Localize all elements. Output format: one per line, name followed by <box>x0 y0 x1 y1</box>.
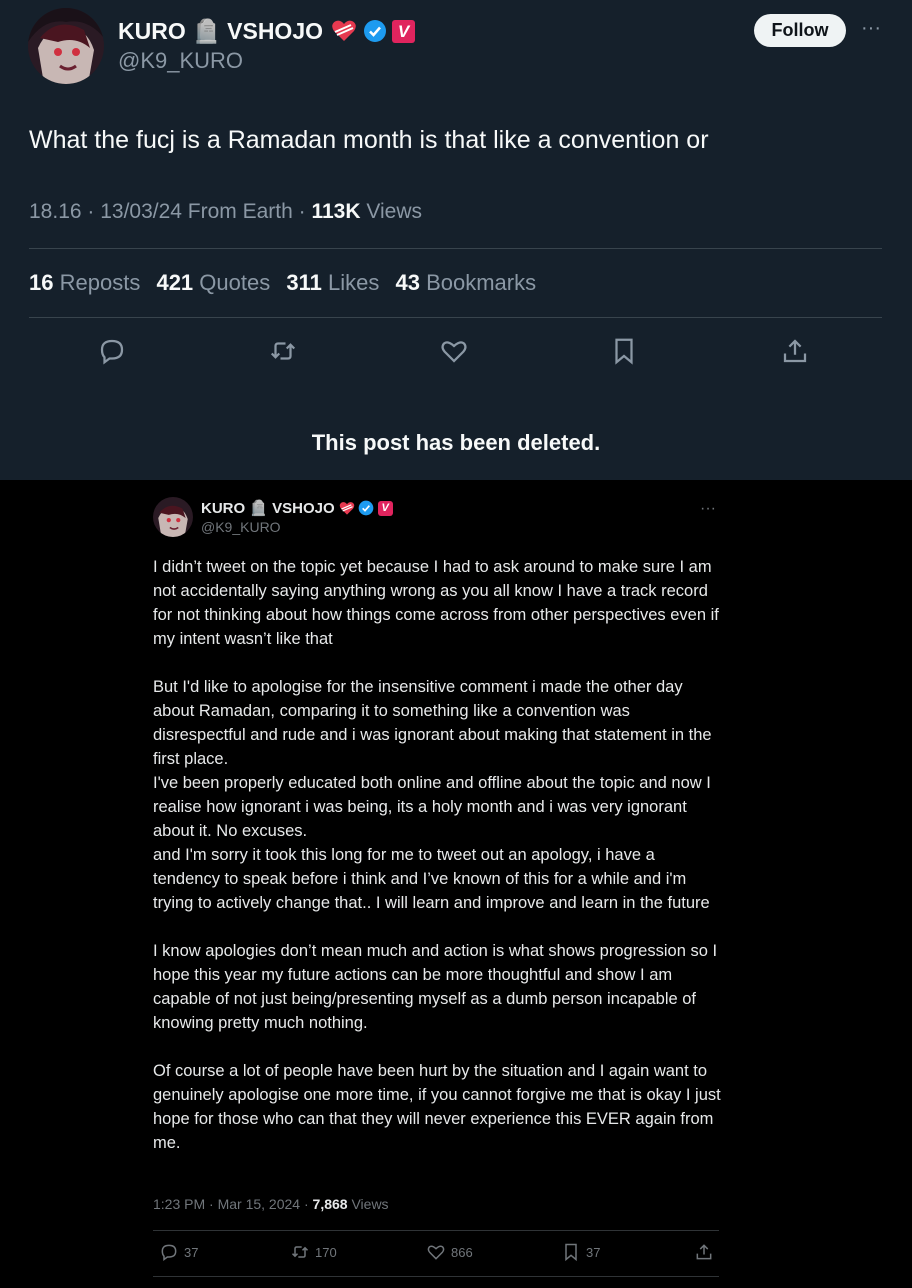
reply-icon[interactable] <box>97 336 127 366</box>
divider <box>29 248 882 249</box>
original-post: KURO 🪦 VSHOJO V @K9_KURO Follow ··· What… <box>0 0 912 480</box>
quotes-stat[interactable]: 421 Quotes <box>156 270 270 295</box>
display-name[interactable]: KURO 🪦 VSHOJO <box>118 18 323 45</box>
reply-icon <box>161 1244 177 1261</box>
share-button[interactable] <box>694 1242 719 1262</box>
display-name-row[interactable]: KURO 🪦 VSHOJO V <box>201 498 393 518</box>
display-name[interactable]: KURO 🪦 VSHOJO <box>201 499 335 517</box>
post-meta: 1:23 PM · Mar 15, 2024 · 7,868 Views <box>153 1196 389 1212</box>
handle[interactable]: @K9_KURO <box>201 519 281 535</box>
paragraph: I didn’t tweet on the topic yet because … <box>153 558 719 648</box>
more-icon[interactable]: ··· <box>858 18 884 44</box>
likes-stat[interactable]: 311 Likes <box>286 270 379 295</box>
post-text: I didn’t tweet on the topic yet because … <box>153 555 723 1155</box>
like-count: 866 <box>451 1244 473 1260</box>
verified-icon <box>363 19 387 43</box>
bookmark-button[interactable]: 37 <box>561 1242 600 1262</box>
timestamp[interactable]: 18.16 · 13/03/24 From Earth · <box>29 200 311 223</box>
bookmark-count: 37 <box>586 1244 601 1260</box>
repost-icon[interactable] <box>268 336 298 366</box>
deleted-notice: This post has been deleted. <box>311 430 601 455</box>
repost-button[interactable]: 170 <box>290 1242 337 1262</box>
views-count: 7,868 <box>312 1196 348 1212</box>
repost-count: 170 <box>315 1244 337 1260</box>
paragraph: I know apologies don’t mean much and act… <box>153 942 718 1032</box>
display-name-row[interactable]: KURO 🪦 VSHOJO V <box>118 16 416 46</box>
divider <box>153 1276 719 1277</box>
like-icon <box>427 1245 445 1260</box>
vshojo-badge-icon: V <box>377 500 393 516</box>
timestamp[interactable]: 1:23 PM · Mar 15, 2024 · <box>153 1196 313 1212</box>
views-count: 113K <box>311 200 361 223</box>
post-meta: 18.16 · 13/03/24 From Earth · 113K Views <box>29 200 422 224</box>
repost-icon <box>291 1246 309 1258</box>
more-icon[interactable]: ··· <box>700 500 716 518</box>
reply-button[interactable]: 37 <box>159 1242 198 1262</box>
bookmark-icon <box>565 1243 577 1262</box>
share-icon <box>696 1244 712 1260</box>
reposts-stat[interactable]: 16 Reposts <box>29 270 140 295</box>
verified-icon <box>358 500 374 516</box>
post-text: What the fucj is a Ramadan month is that… <box>29 126 709 154</box>
heart-badge-icon <box>339 501 355 516</box>
vshojo-badge-icon: V <box>392 19 416 43</box>
bookmark-icon[interactable] <box>609 336 639 366</box>
bookmarks-stat[interactable]: 43 Bookmarks <box>395 270 536 295</box>
paragraph: But I'd like to apologise for the insens… <box>153 678 712 912</box>
engagement-stats: 16 Reposts 421 Quotes 311 Likes 43 Bookm… <box>29 270 546 296</box>
paragraph: Of course a lot of people have been hurt… <box>153 1062 721 1152</box>
avatar[interactable] <box>153 497 193 537</box>
heart-badge-icon <box>331 19 357 43</box>
apology-post: KURO 🪦 VSHOJO V @K9_KURO ··· I didn’t tw… <box>0 480 912 1288</box>
reply-count: 37 <box>184 1244 199 1260</box>
share-icon[interactable] <box>780 336 810 366</box>
views-label: Views <box>360 200 423 223</box>
handle[interactable]: @K9_KURO <box>118 48 243 74</box>
views-label: Views <box>347 1196 389 1212</box>
avatar[interactable] <box>28 8 104 84</box>
follow-button[interactable]: Follow <box>754 14 846 47</box>
divider <box>29 317 882 318</box>
divider <box>153 1230 719 1231</box>
like-button[interactable]: 866 <box>426 1242 473 1262</box>
like-icon[interactable] <box>439 336 469 366</box>
